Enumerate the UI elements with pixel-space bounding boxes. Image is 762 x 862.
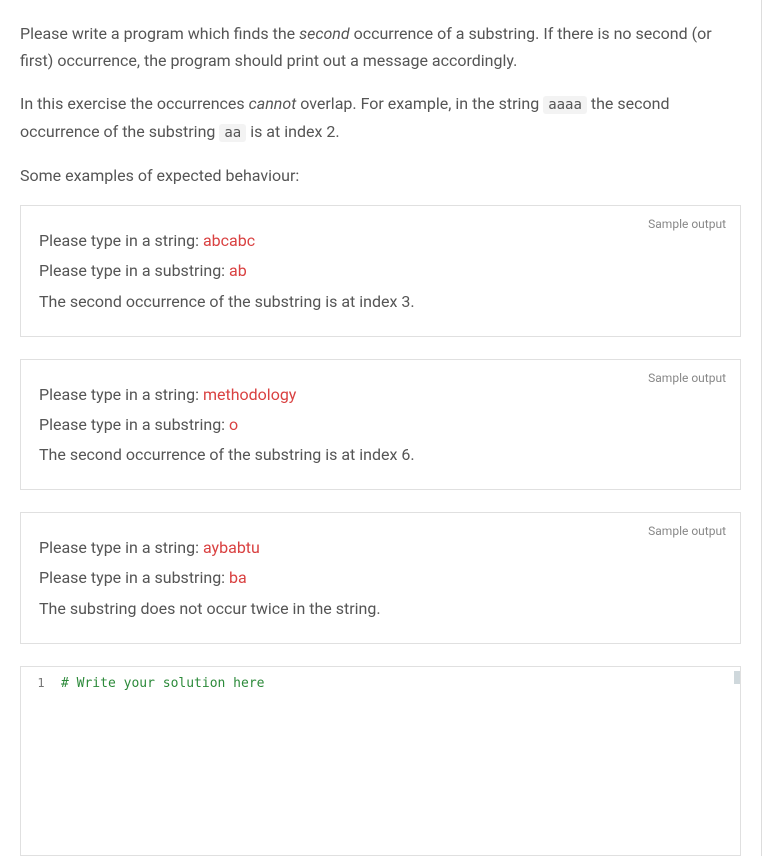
sample-line: Please type in a string: methodology [39, 381, 722, 408]
emphasis: cannot [249, 94, 297, 113]
sample-line: Please type in a substring: ba [39, 564, 722, 591]
editor-marker [734, 671, 740, 684]
sample-line: Please type in a substring: o [39, 411, 722, 438]
sample-line: Please type in a string: abcabc [39, 227, 722, 254]
user-input: methodology [203, 385, 296, 404]
prompt-text: Please type in a substring: [39, 261, 229, 280]
sample-output-box: Sample output Please type in a string: a… [20, 512, 741, 644]
user-input: o [229, 415, 238, 434]
text: overlap. For example, in the string [296, 94, 543, 113]
user-input: aybabtu [203, 538, 260, 557]
paragraph-1: Please write a program which finds the s… [20, 20, 741, 74]
sample-line: Please type in a string: aybabtu [39, 534, 722, 561]
prompt-text: The substring does not occur twice in th… [39, 599, 381, 618]
prompt-text: The second occurrence of the substring i… [39, 445, 415, 464]
inline-code: aa [219, 124, 246, 142]
sample-output-label: Sample output [648, 368, 726, 388]
sample-output-box: Sample output Please type in a string: m… [20, 359, 741, 491]
prompt-text: Please type in a string: [39, 385, 203, 404]
prompt-text: Please type in a string: [39, 231, 203, 250]
line-number: 1 [21, 673, 61, 693]
prompt-text: Please type in a substring: [39, 568, 229, 587]
code-editor[interactable]: 1 # Write your solution here [20, 666, 741, 856]
emphasis: second [299, 24, 350, 43]
text: In this exercise the occurrences [20, 94, 249, 113]
prompt-text: Please type in a substring: [39, 415, 229, 434]
prompt-text: The second occurrence of the substring i… [39, 292, 415, 311]
editor-line[interactable]: 1 # Write your solution here [21, 673, 740, 695]
inline-code: aaaa [543, 96, 587, 114]
sample-line: The second occurrence of the substring i… [39, 288, 722, 315]
paragraph-2: In this exercise the occurrences cannot … [20, 90, 741, 146]
sample-line: Please type in a substring: ab [39, 257, 722, 284]
user-input: ba [229, 568, 247, 587]
text: is at index 2. [246, 122, 339, 141]
sample-line: The second occurrence of the substring i… [39, 441, 722, 468]
code-text[interactable]: # Write your solution here [61, 673, 740, 695]
user-input: abcabc [203, 231, 255, 250]
text: Please write a program which finds the [20, 24, 299, 43]
paragraph-3: Some examples of expected behaviour: [20, 162, 741, 189]
user-input: ab [229, 261, 247, 280]
prompt-text: Please type in a string: [39, 538, 203, 557]
sample-output-box: Sample output Please type in a string: a… [20, 205, 741, 337]
sample-line: The substring does not occur twice in th… [39, 595, 722, 622]
sample-output-label: Sample output [648, 521, 726, 541]
sample-output-label: Sample output [648, 214, 726, 234]
exercise-description: Please write a program which finds the s… [20, 20, 741, 644]
